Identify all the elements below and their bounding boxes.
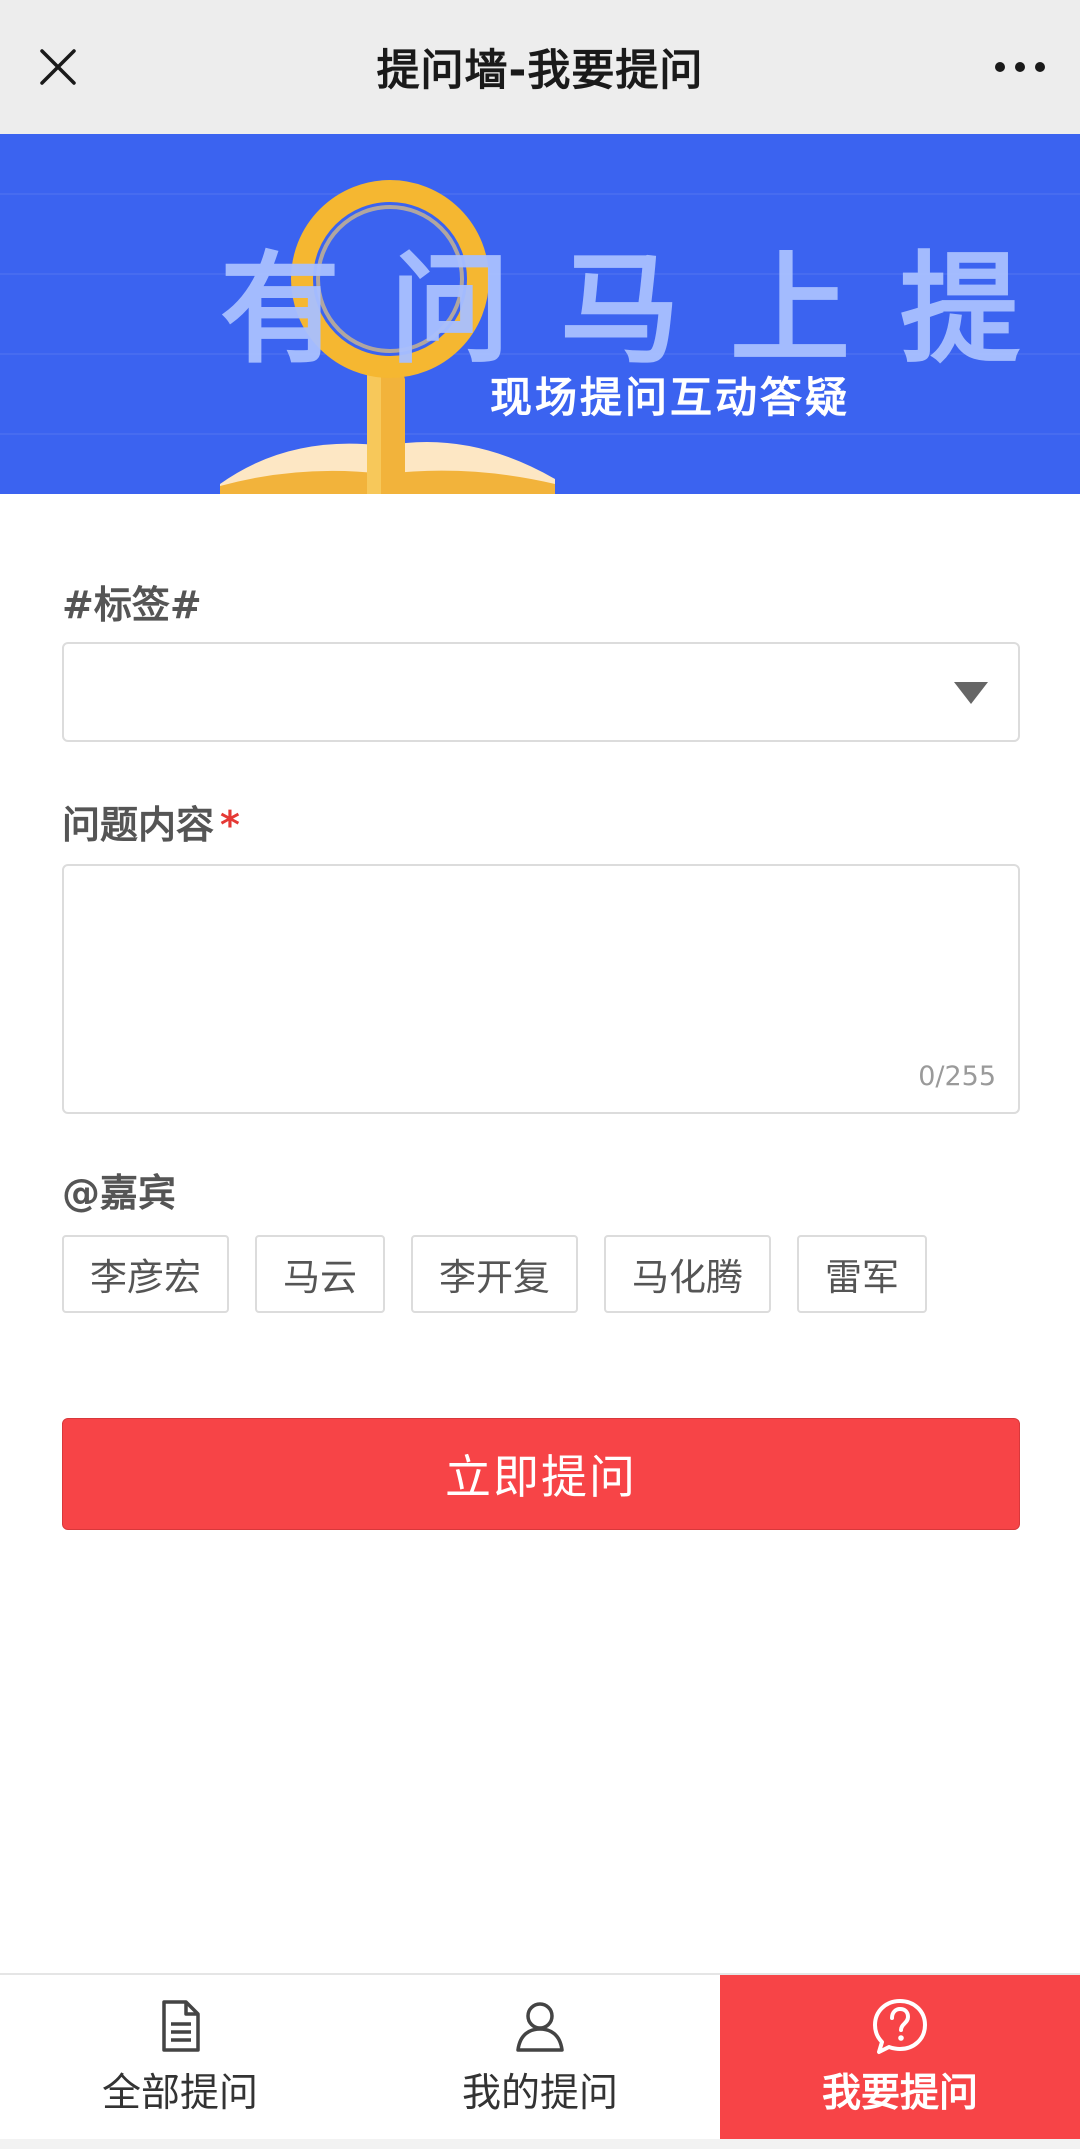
tab-label: 我要提问 xyxy=(821,2071,978,2116)
char-count: 0/255 xyxy=(918,1061,996,1092)
close-icon xyxy=(40,49,76,85)
guest-chip[interactable]: 马云 xyxy=(255,1235,385,1313)
question-content-input[interactable] xyxy=(64,866,1018,1112)
tag-select[interactable] xyxy=(62,642,1020,742)
banner: 有问马上提 现场提问互动答疑 xyxy=(0,134,1080,494)
document-icon xyxy=(162,2000,200,2052)
tab-label: 我的提问 xyxy=(461,2071,618,2116)
tab-all-questions[interactable]: 全部提问 xyxy=(0,1975,360,2139)
guest-chip[interactable]: 李开复 xyxy=(411,1235,578,1313)
guest-list: 李彦宏 马云 李开复 马化腾 雷军 xyxy=(62,1235,927,1313)
close-button[interactable] xyxy=(28,37,88,97)
guests-label: @嘉宾 xyxy=(62,1171,177,1215)
required-mark: * xyxy=(220,803,240,847)
guest-chip[interactable]: 马化腾 xyxy=(604,1235,771,1313)
bottom-safe-area xyxy=(0,2139,1080,2149)
tab-my-questions[interactable]: 我的提问 xyxy=(360,1975,720,2139)
question-circle-icon xyxy=(873,1999,927,2054)
user-icon xyxy=(516,2002,564,2052)
question-label: 问题内容 * xyxy=(62,794,240,849)
tab-ask-question[interactable]: 我要提问 xyxy=(720,1975,1080,2139)
question-content-field[interactable]: 0/255 xyxy=(62,864,1020,1114)
guest-chip[interactable]: 李彦宏 xyxy=(62,1235,229,1313)
banner-headline: 有问马上提 xyxy=(220,241,1070,380)
banner-subtitle: 现场提问互动答疑 xyxy=(490,373,851,422)
ask-question-page: 提问墙-我要提问 有问马上提 现场提问互动答疑 #标签# 问题内容 * 0/25… xyxy=(0,0,1080,2149)
top-navbar: 提问墙-我要提问 xyxy=(0,0,1080,134)
tag-label: #标签# xyxy=(62,583,202,627)
more-options-button[interactable] xyxy=(988,37,1052,97)
caret-down-icon xyxy=(954,682,988,704)
bottom-tabbar: 全部提问 我的提问 我要提问 xyxy=(0,1973,1080,2139)
page-title: 提问墙-我要提问 xyxy=(376,46,704,96)
guest-chip[interactable]: 雷军 xyxy=(797,1235,927,1313)
tab-label: 全部提问 xyxy=(101,2071,258,2116)
more-dots-icon xyxy=(995,62,1045,72)
submit-question-button[interactable]: 立即提问 xyxy=(62,1418,1020,1530)
question-label-text: 问题内容 xyxy=(62,803,215,847)
